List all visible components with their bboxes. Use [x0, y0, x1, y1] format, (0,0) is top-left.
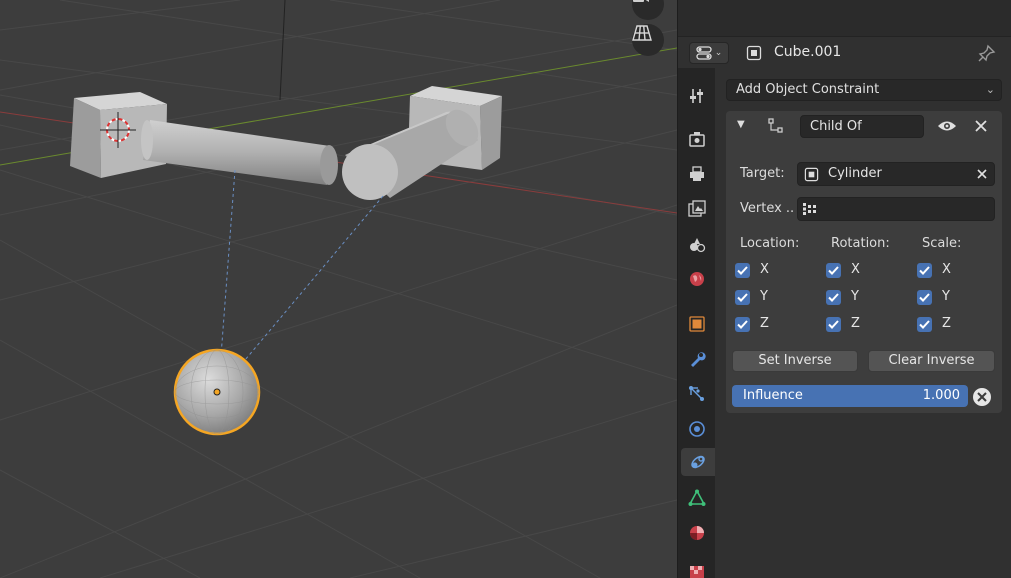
left-cylinder	[141, 120, 338, 185]
disable-keep-transform-icon[interactable]	[972, 387, 992, 407]
world-icon	[690, 272, 704, 286]
location-x-label: X	[760, 262, 769, 277]
3d-viewport[interactable]	[0, 0, 677, 578]
collapse-triangle-icon[interactable]: ▼	[737, 119, 745, 130]
tab-modifiers[interactable]	[682, 345, 712, 373]
viewport-grid	[0, 0, 677, 578]
physics-icon	[689, 421, 705, 437]
scale-x-checkbox[interactable]	[917, 263, 932, 278]
particles-icon	[689, 386, 704, 401]
eye-icon[interactable]	[937, 119, 957, 133]
properties-header: ⌄ Cube.001	[678, 36, 1011, 68]
location-y-checkbox[interactable]	[735, 290, 750, 305]
vertex-group-icon	[803, 203, 816, 215]
pin-icon[interactable]	[978, 44, 996, 62]
wrench-icon	[691, 352, 706, 367]
scale-y-label: Y	[942, 289, 950, 304]
rotation-z-label: Z	[851, 316, 860, 331]
location-z-label: Z	[760, 316, 769, 331]
set-inverse-button[interactable]: Set Inverse	[732, 350, 858, 372]
tool-icon	[690, 89, 703, 103]
influence-slider[interactable]: Influence 1.000	[732, 385, 968, 407]
target-field[interactable]: Cylinder	[797, 162, 995, 186]
tab-constraints[interactable]	[681, 448, 715, 476]
child-of-constraint-panel: ▼ Child Of Target: Cylinder Vertex .. Lo…	[726, 111, 1002, 413]
scale-z-label: Z	[942, 316, 951, 331]
close-icon[interactable]	[975, 120, 987, 132]
object-context-icon	[746, 45, 762, 61]
add-object-constraint-dropdown[interactable]: Add Object Constraint ⌄	[726, 79, 1002, 101]
properties-editor-icon	[696, 46, 712, 60]
location-x-checkbox[interactable]	[735, 263, 750, 278]
target-label: Target:	[740, 166, 785, 181]
viewport-scene	[0, 0, 677, 578]
tab-tool[interactable]	[682, 82, 712, 110]
tab-texture[interactable]	[682, 560, 712, 578]
tab-render[interactable]	[682, 125, 712, 153]
add-object-constraint-label: Add Object Constraint	[736, 82, 880, 97]
tab-material[interactable]	[682, 519, 712, 547]
scale-z-checkbox[interactable]	[917, 317, 932, 332]
render-icon	[689, 132, 705, 147]
object-icon	[689, 316, 705, 332]
camera-icon	[633, 0, 649, 2]
texture-icon	[690, 566, 704, 578]
location-label: Location:	[740, 236, 800, 251]
location-z-checkbox[interactable]	[735, 317, 750, 332]
influence-label: Influence	[743, 388, 803, 403]
z-axis-line	[279, 0, 286, 101]
tab-world[interactable]	[682, 265, 712, 293]
tab-view-layer[interactable]	[682, 195, 712, 223]
scene-icon	[690, 238, 706, 253]
rotation-z-checkbox[interactable]	[826, 317, 841, 332]
object-icon	[804, 167, 819, 182]
vertex-group-field[interactable]	[797, 197, 995, 221]
tab-output[interactable]	[682, 160, 712, 188]
rotation-y-label: Y	[851, 289, 859, 304]
chevron-down-icon: ⌄	[985, 83, 995, 96]
location-y-label: Y	[760, 289, 768, 304]
constraint-name-field[interactable]: Child Of	[800, 115, 924, 138]
selected-sphere	[173, 348, 261, 436]
rotation-x-checkbox[interactable]	[826, 263, 841, 278]
perspective-toggle-button[interactable]	[632, 24, 664, 56]
scale-label: Scale:	[922, 236, 962, 251]
scale-x-label: X	[942, 262, 951, 277]
properties-editor: ⌄ Cube.001 Add Object Constraint ⌄ ▼ Chi…	[677, 0, 1011, 578]
rotation-x-label: X	[851, 262, 860, 277]
rotation-label: Rotation:	[831, 236, 890, 251]
material-icon	[690, 526, 704, 540]
mesh-data-icon	[688, 489, 706, 506]
tab-scene[interactable]	[682, 230, 712, 258]
scale-y-checkbox[interactable]	[917, 290, 932, 305]
grid-perspective-icon	[632, 25, 652, 41]
clear-target-icon[interactable]	[977, 169, 987, 179]
chevron-down-icon: ⌄	[714, 48, 723, 58]
editor-type-selector[interactable]: ⌄	[689, 42, 729, 64]
output-icon	[690, 166, 704, 181]
clear-inverse-button[interactable]: Clear Inverse	[868, 350, 995, 372]
constraint-icon	[691, 455, 705, 469]
influence-value: 1.000	[922, 388, 960, 403]
constraint-name-text: Child Of	[810, 119, 862, 134]
properties-tabs	[678, 68, 715, 578]
constraints-panel: Add Object Constraint ⌄ ▼ Child Of Targe…	[715, 68, 1011, 578]
vertex-group-label: Vertex ..	[740, 201, 795, 216]
tab-object[interactable]	[682, 310, 712, 338]
tab-particles[interactable]	[682, 380, 712, 408]
rotation-y-checkbox[interactable]	[826, 290, 841, 305]
target-value: Cylinder	[828, 166, 882, 181]
tab-data[interactable]	[682, 484, 712, 512]
context-object-name: Cube.001	[774, 44, 842, 60]
child-of-constraint-icon	[768, 118, 783, 133]
view-layer-icon	[688, 200, 706, 217]
tab-physics[interactable]	[682, 415, 712, 443]
